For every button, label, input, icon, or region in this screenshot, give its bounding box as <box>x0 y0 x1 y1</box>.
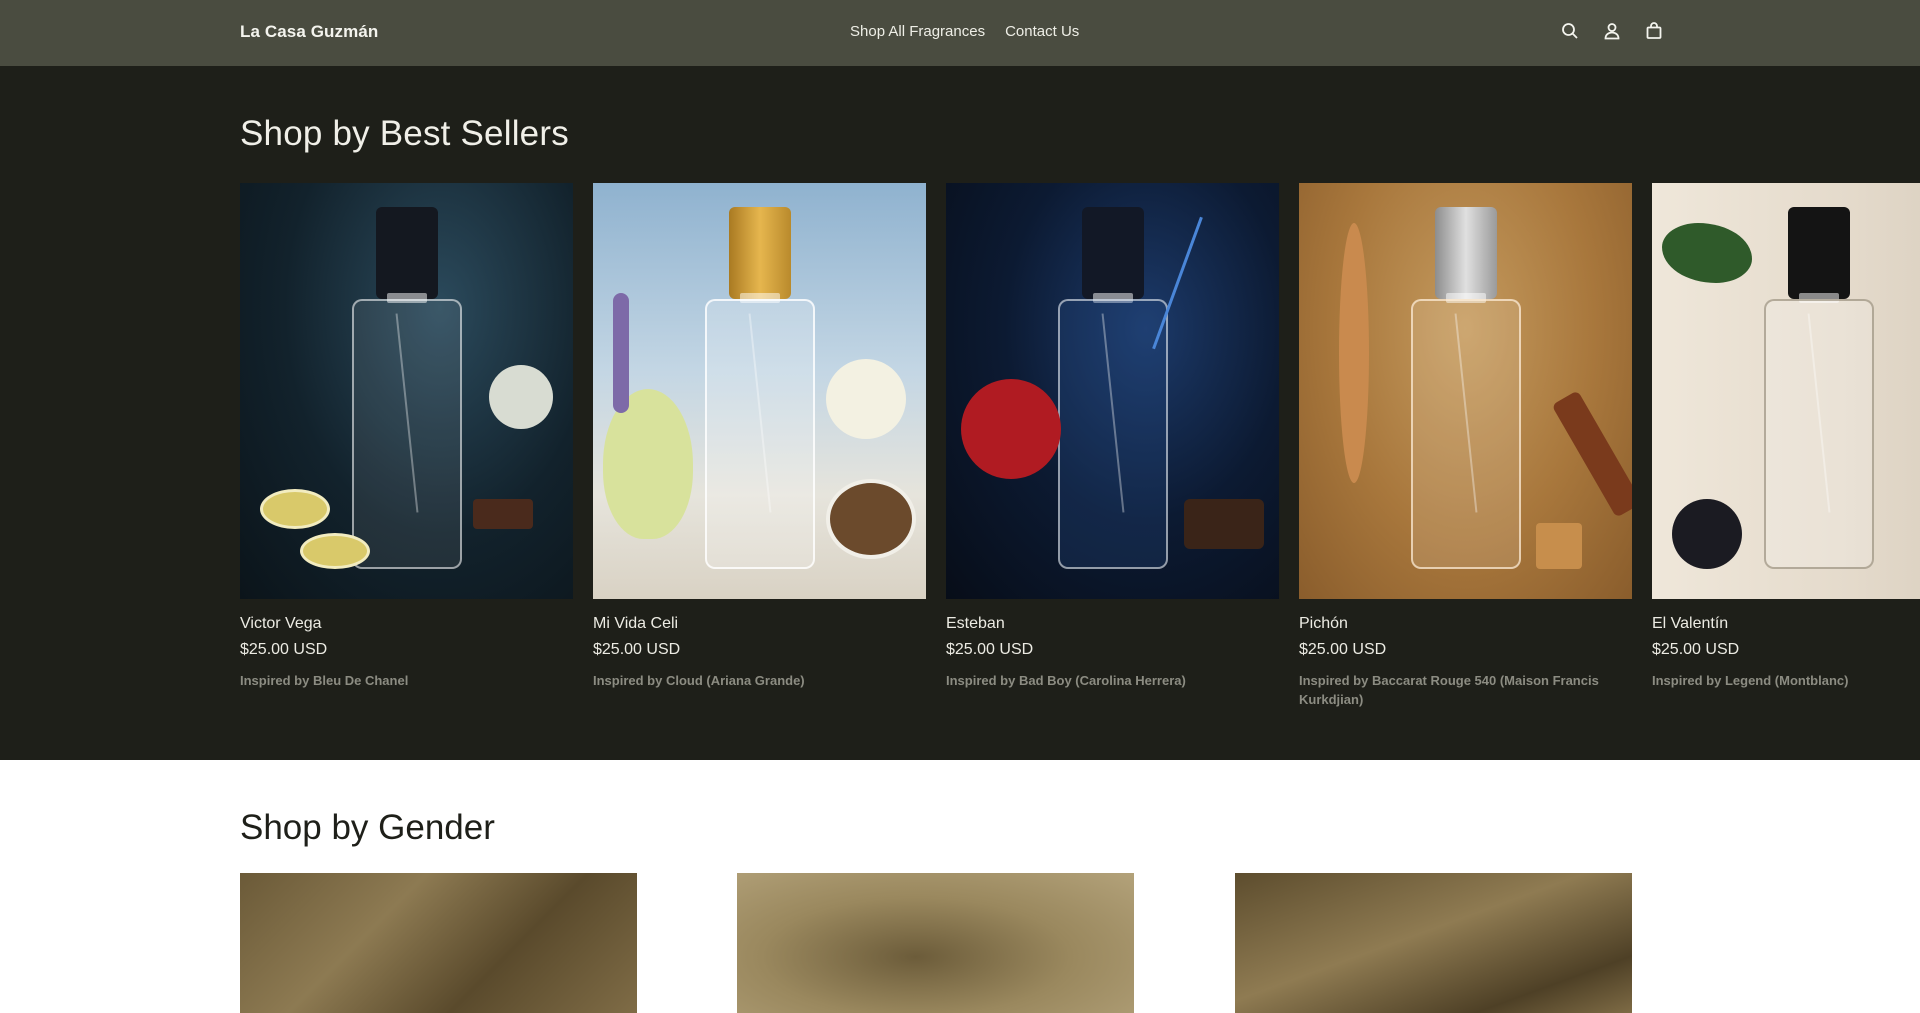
main-nav: Shop All Fragrances Contact Us <box>850 23 1079 40</box>
cart-icon[interactable] <box>1644 21 1664 43</box>
product-name[interactable]: Mi Vida Celi <box>593 615 926 633</box>
product-card[interactable]: El Valentín $25.00 USD Inspired by Legen… <box>1652 183 1920 690</box>
best-sellers-title: Shop by Best Sellers <box>240 114 569 153</box>
product-price: $25.00 USD <box>946 641 1034 658</box>
product-inspired-by: Inspired by Cloud (Ariana Grande) <box>593 673 805 688</box>
product-inspired-by: Inspired by Baccarat Rouge 540 (Maison F… <box>1299 673 1599 707</box>
product-price: $25.00 USD <box>1652 641 1740 658</box>
product-card[interactable]: Esteban $25.00 USD Inspired by Bad Boy (… <box>946 183 1279 690</box>
brand-logo[interactable]: La Casa Guzmán <box>240 22 378 42</box>
account-icon[interactable] <box>1602 21 1622 43</box>
product-name[interactable]: El Valentín <box>1652 615 1920 633</box>
product-name[interactable]: Pichón <box>1299 615 1632 633</box>
product-image[interactable] <box>240 183 573 599</box>
product-card[interactable]: Pichón $25.00 USD Inspired by Baccarat R… <box>1299 183 1632 709</box>
site-header: La Casa Guzmán Shop All Fragrances Conta… <box>0 0 1920 66</box>
product-inspired-by: Inspired by Bad Boy (Carolina Herrera) <box>946 673 1186 688</box>
gender-card-image[interactable] <box>1235 873 1632 1013</box>
best-sellers-section: Shop by Best Sellers Victor Vega $25.00 … <box>0 66 1920 760</box>
gender-section: Shop by Gender <box>0 760 1920 1013</box>
product-card[interactable]: Victor Vega $25.00 USD Inspired by Bleu … <box>240 183 573 690</box>
product-image[interactable] <box>946 183 1279 599</box>
product-price: $25.00 USD <box>1299 641 1387 658</box>
gender-card-image[interactable] <box>240 873 637 1013</box>
product-inspired-by: Inspired by Bleu De Chanel <box>240 673 409 688</box>
product-price: $25.00 USD <box>593 641 681 658</box>
gender-title: Shop by Gender <box>240 808 495 847</box>
search-icon[interactable] <box>1560 21 1580 43</box>
product-image[interactable] <box>593 183 926 599</box>
header-icons <box>1560 21 1664 43</box>
nav-shop-all-fragrances[interactable]: Shop All Fragrances <box>850 23 985 40</box>
product-image[interactable] <box>1299 183 1632 599</box>
nav-contact-us[interactable]: Contact Us <box>1005 23 1079 40</box>
product-inspired-by: Inspired by Legend (Montblanc) <box>1652 673 1849 688</box>
product-image[interactable] <box>1652 183 1920 599</box>
gender-card-image[interactable] <box>737 873 1134 1013</box>
product-name[interactable]: Victor Vega <box>240 615 573 633</box>
product-name[interactable]: Esteban <box>946 615 1279 633</box>
product-price: $25.00 USD <box>240 641 328 658</box>
product-card[interactable]: Mi Vida Celi $25.00 USD Inspired by Clou… <box>593 183 926 690</box>
